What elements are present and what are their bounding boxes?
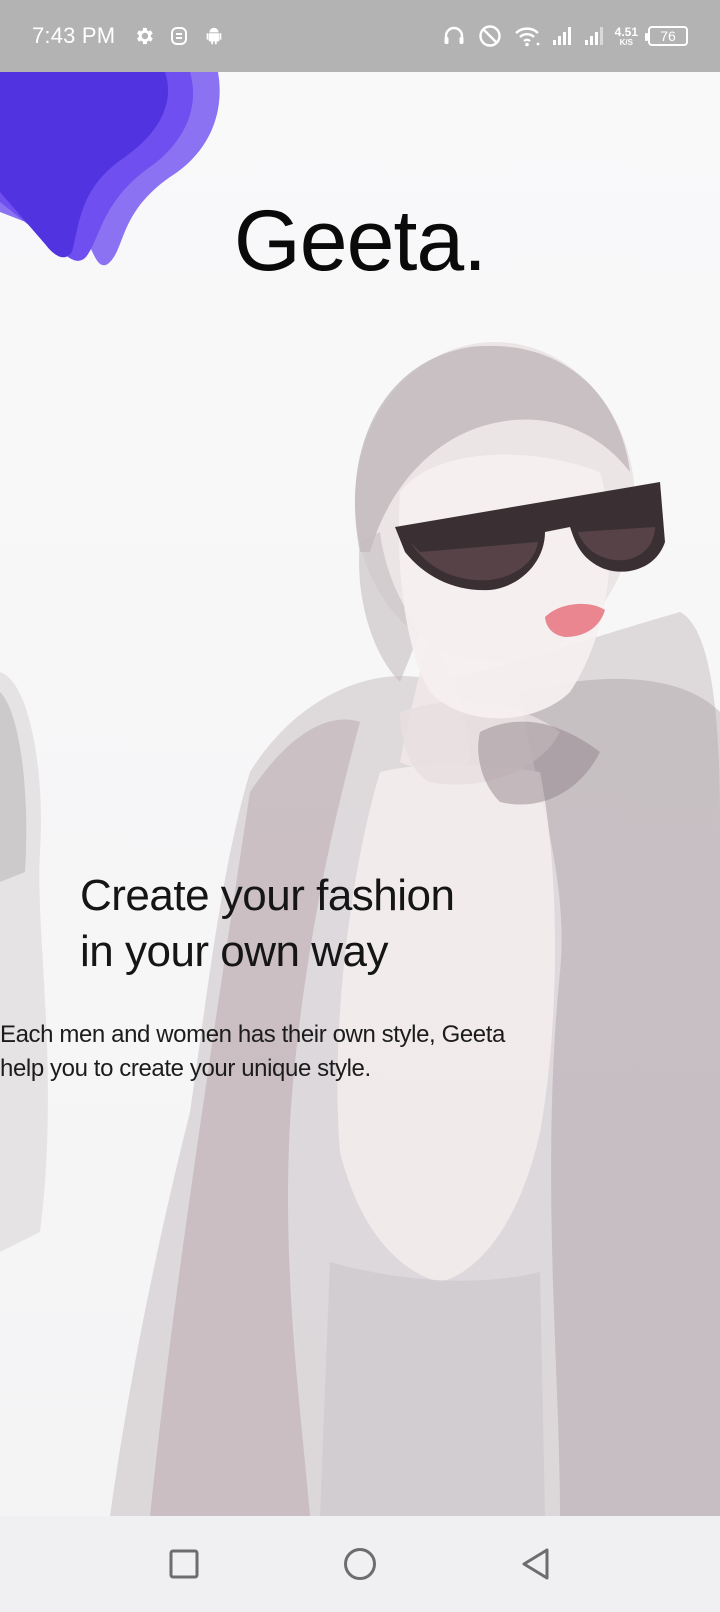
android-icon	[203, 25, 225, 47]
battery-icon: 76	[645, 26, 688, 46]
system-navigation-bar	[0, 1516, 720, 1612]
network-speed: 4.51 K/S	[615, 26, 638, 47]
status-left-icons	[133, 25, 225, 47]
sim-toolkit-icon	[169, 25, 189, 47]
headline-line-1: Create your fashion	[80, 871, 455, 920]
headline-line-2: in your own way	[80, 927, 388, 976]
description-line-2: help you to create your unique style.	[0, 1055, 371, 1082]
status-time: 7:43 PM	[32, 23, 116, 48]
network-speed-value: 4.51	[614, 24, 638, 39]
network-speed-unit: K/S	[619, 37, 633, 47]
headset-icon	[441, 23, 467, 49]
status-right-icons: 4.51 K/S 76	[441, 23, 688, 49]
home-icon	[344, 1548, 376, 1580]
signal-icon	[583, 25, 605, 47]
recent-apps-button[interactable]	[156, 1536, 212, 1592]
do-not-disturb-icon	[477, 23, 503, 49]
wifi-icon	[513, 24, 541, 48]
settings-icon	[133, 25, 155, 47]
back-icon	[522, 1548, 549, 1580]
signal-icon	[551, 25, 573, 47]
brand-title-text: Geeta.	[233, 193, 487, 289]
description-line-1: Each men and women has their own style, …	[0, 1021, 505, 1048]
recent-apps-icon	[169, 1549, 199, 1579]
onboarding-headline: Create your fashion in your own way	[80, 868, 600, 980]
battery-level: 76	[660, 28, 676, 44]
status-bar: 7:43 PM 4.51 K/S 76	[0, 0, 720, 72]
back-button[interactable]	[508, 1536, 564, 1592]
brand-title: Geeta.	[0, 192, 720, 291]
onboarding-content: Geeta. Create your fashion in your own w…	[0, 72, 720, 1516]
onboarding-screen: 7:43 PM 4.51 K/S 76 Geeta. Create your f…	[0, 0, 720, 1612]
onboarding-description: Each men and women has their own style, …	[0, 1018, 580, 1086]
home-button[interactable]	[332, 1536, 388, 1592]
